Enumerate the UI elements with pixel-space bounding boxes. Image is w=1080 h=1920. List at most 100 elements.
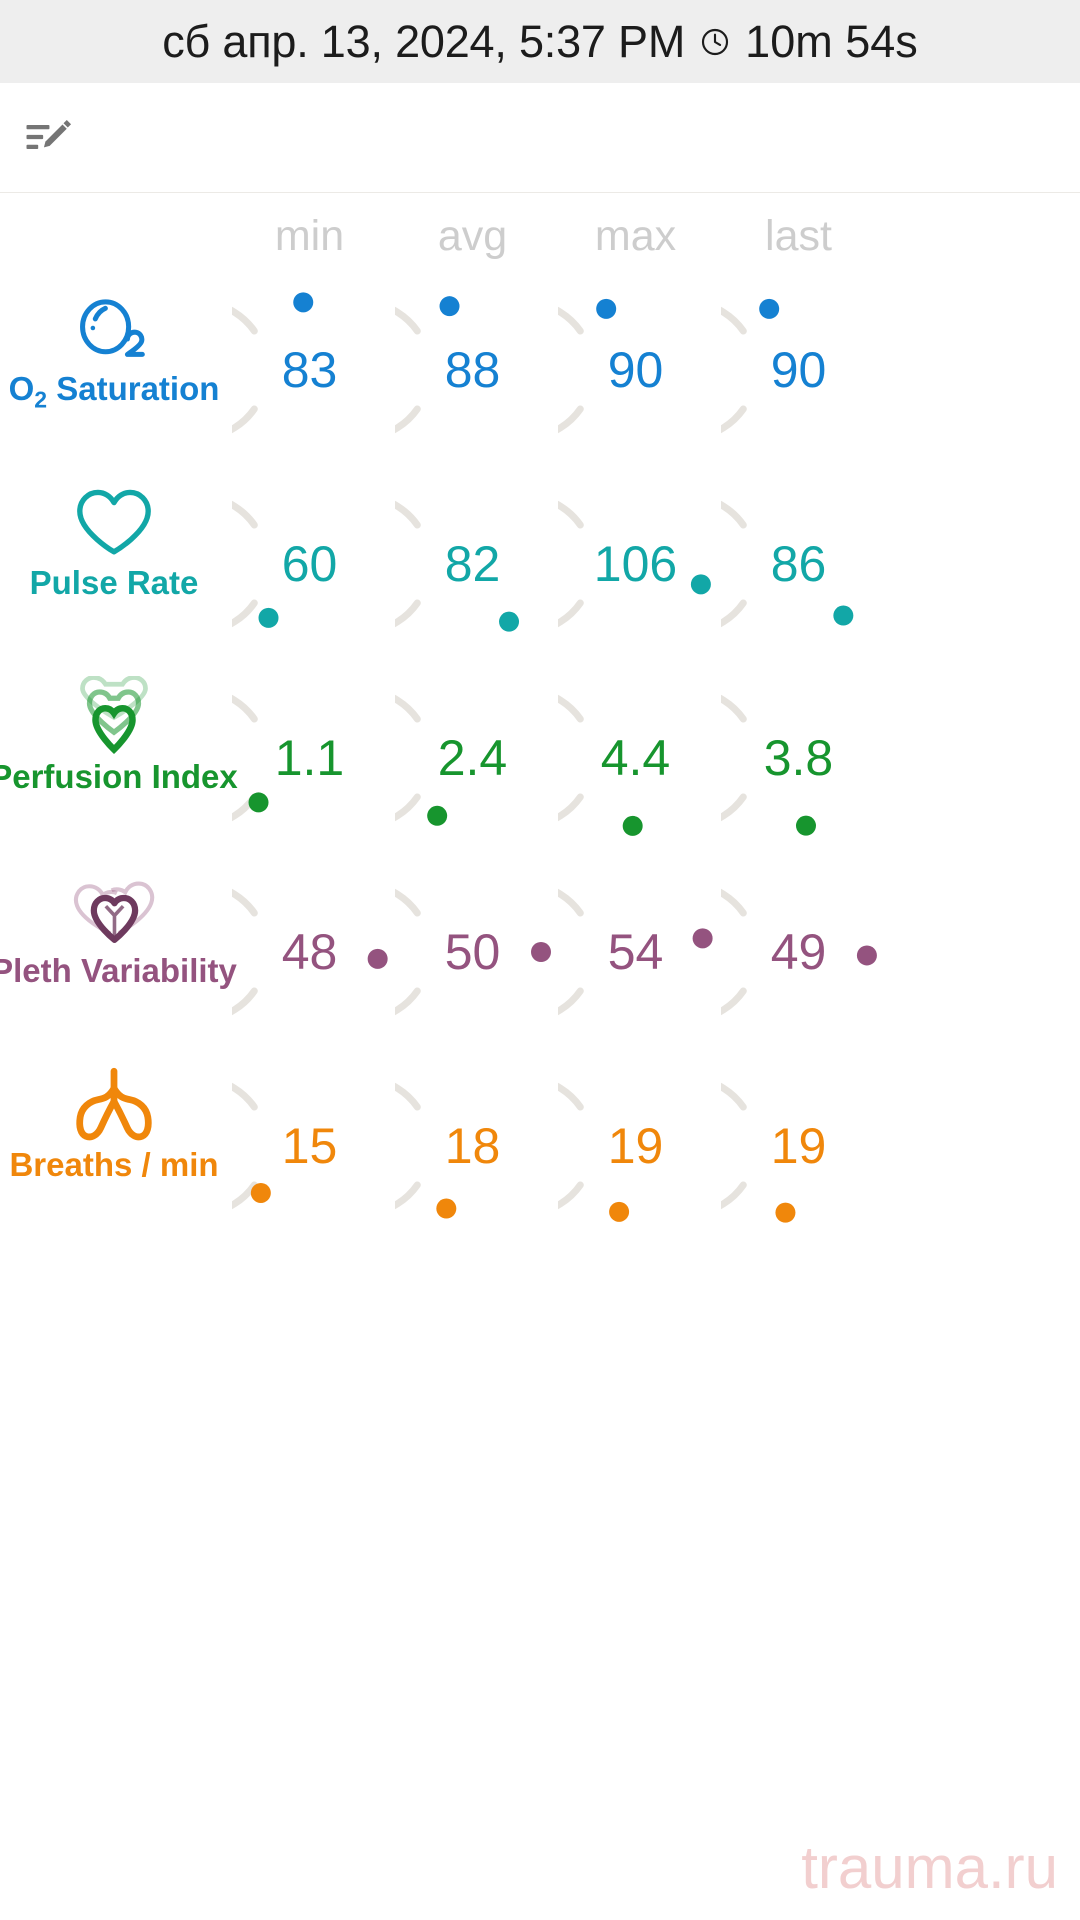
metric-label-pulse-rate[interactable]: Pulse Rate	[0, 467, 228, 601]
gauge-perfusion-index-max[interactable]: 4.4	[554, 661, 717, 855]
gauge-value: 49	[770, 924, 827, 980]
metric-name-text: Pulse Rate	[29, 564, 199, 601]
gauge-value: 106	[593, 536, 678, 592]
gauge-value: 19	[770, 1118, 827, 1174]
gauge-value: 50	[444, 924, 501, 980]
gauge-pulse-rate-last[interactable]: 86	[717, 467, 880, 661]
column-header-label: min	[274, 211, 345, 260]
gauge-dot	[622, 815, 643, 836]
heart-outline-icon	[72, 485, 156, 559]
metric-name-prefix: O	[8, 370, 35, 407]
column-header-min: min	[228, 211, 391, 260]
metric-name-text: Saturation	[56, 370, 220, 407]
lungs-icon	[76, 1067, 152, 1141]
gauge-o2-saturation-min[interactable]: 83	[228, 273, 391, 467]
gauge-dot	[498, 611, 519, 632]
session-header-bar: сб апр. 13, 2024, 5:37 PM 10m 54s	[0, 0, 1080, 83]
gauge-value: 19	[607, 1118, 664, 1174]
gauge-value: 2.4	[437, 730, 508, 786]
session-datetime: сб апр. 13, 2024, 5:37 PM	[162, 15, 686, 67]
metric-name-perfusion-index: Perfusion Index	[0, 758, 238, 795]
column-header-label: avg	[437, 211, 508, 260]
gauge-dot	[426, 805, 447, 826]
metric-name-text: Breaths / min	[9, 1146, 219, 1183]
stats-grid: min avg max last O2 Saturation 83 88 90 90 Pu…	[0, 193, 1080, 1243]
metric-label-perfusion-index[interactable]: Perfusion Index	[0, 661, 238, 795]
gauge-dot	[367, 948, 388, 969]
metric-name-breaths-per-min: Breaths / min	[9, 1146, 219, 1183]
metric-label-o2-saturation[interactable]: O2 Saturation	[0, 273, 228, 413]
gauge-perfusion-index-min[interactable]: 1.1	[228, 661, 391, 855]
toolbar	[0, 83, 1080, 193]
gauge-dot	[530, 942, 551, 962]
gauge-breaths-per-min-avg[interactable]: 18	[391, 1049, 554, 1243]
metric-name-o2-saturation: O2 Saturation	[8, 370, 220, 413]
gauge-value: 90	[770, 342, 827, 398]
gauge-o2-saturation-max[interactable]: 90	[554, 273, 717, 467]
column-header-label: max	[594, 211, 677, 260]
session-duration: 10m 54s	[745, 15, 918, 67]
gauge-value: 3.8	[763, 730, 834, 786]
gauge-dot	[690, 574, 711, 595]
edit-note-icon	[26, 119, 72, 149]
gauge-o2-saturation-last[interactable]: 90	[717, 273, 880, 467]
gauge-dot	[856, 945, 877, 966]
metric-label-breaths-per-min[interactable]: Breaths / min	[0, 1049, 228, 1183]
gauge-breaths-per-min-max[interactable]: 19	[554, 1049, 717, 1243]
column-header-max: max	[554, 211, 717, 260]
column-header-last: last	[717, 211, 880, 260]
gauge-value: 88	[444, 342, 501, 398]
gauge-breaths-per-min-min[interactable]: 15	[228, 1049, 391, 1243]
o2-bubble-icon	[72, 291, 156, 365]
metric-name-pleth-variability: Pleth Variability	[0, 952, 237, 989]
watermark: trauma.ru	[801, 1834, 1058, 1901]
gauge-value: 15	[281, 1118, 338, 1174]
edit-note-button[interactable]	[18, 107, 80, 169]
overlapping-hearts-icon	[74, 881, 155, 943]
metric-row-breaths-per-min: Breaths / min 15 18 19 19	[0, 1049, 1080, 1243]
lungs-icon	[69, 1067, 159, 1141]
metric-name-text: Perfusion Index	[0, 758, 238, 795]
gauge-breaths-per-min-last[interactable]: 19	[717, 1049, 880, 1243]
gauge-dot	[758, 298, 779, 319]
metric-label-pleth-variability[interactable]: Pleth Variability	[0, 855, 237, 989]
metric-name-text: Pleth Variability	[0, 952, 237, 989]
nested-hearts-icon	[80, 676, 148, 754]
metric-name-pulse-rate: Pulse Rate	[29, 564, 199, 601]
gauge-pulse-rate-avg[interactable]: 82	[391, 467, 554, 661]
gauge-dot	[608, 1201, 629, 1222]
gauge-pulse-rate-max[interactable]: 106	[554, 467, 717, 661]
gauge-value: 1.1	[274, 730, 345, 786]
gauge-value: 83	[281, 342, 338, 398]
o2-bubble-icon	[80, 299, 145, 357]
gauge-pleth-variability-last[interactable]: 49	[717, 855, 880, 1049]
gauge-dot	[795, 815, 816, 836]
gauge-o2-saturation-avg[interactable]: 88	[391, 273, 554, 467]
gauge-dot	[258, 607, 279, 628]
overlapping-hearts-icon	[66, 873, 162, 947]
gauge-value: 90	[607, 342, 664, 398]
gauge-pulse-rate-min[interactable]: 60	[228, 467, 391, 661]
gauge-dot	[292, 292, 313, 313]
gauge-pleth-variability-min[interactable]: 48	[228, 855, 391, 1049]
gauge-perfusion-index-avg[interactable]: 2.4	[391, 661, 554, 855]
gauge-value: 18	[444, 1118, 501, 1174]
heart-outline-icon	[77, 489, 151, 555]
gauge-dot	[595, 298, 616, 319]
gauge-perfusion-index-last[interactable]: 3.8	[717, 661, 880, 855]
metric-row-pulse-rate: Pulse Rate 60 82 106 86	[0, 467, 1080, 661]
metric-row-perfusion-index: Perfusion Index 1.1 2.4 4.4 3.8	[0, 661, 1080, 855]
gauge-dot	[832, 605, 853, 626]
gauge-pleth-variability-max[interactable]: 54	[554, 855, 717, 1049]
gauge-dot	[774, 1202, 795, 1223]
column-header-label: last	[765, 211, 832, 260]
column-headers: min avg max last	[0, 199, 1080, 273]
gauge-dot	[439, 296, 460, 317]
gauge-pleth-variability-avg[interactable]: 50	[391, 855, 554, 1049]
gauge-value: 60	[281, 536, 338, 592]
gauge-value: 54	[607, 924, 664, 980]
gauge-dot	[248, 792, 269, 813]
metric-row-o2-saturation: O2 Saturation 83 88 90 90	[0, 273, 1080, 467]
clock-icon	[699, 26, 731, 58]
gauge-dot	[250, 1182, 271, 1203]
